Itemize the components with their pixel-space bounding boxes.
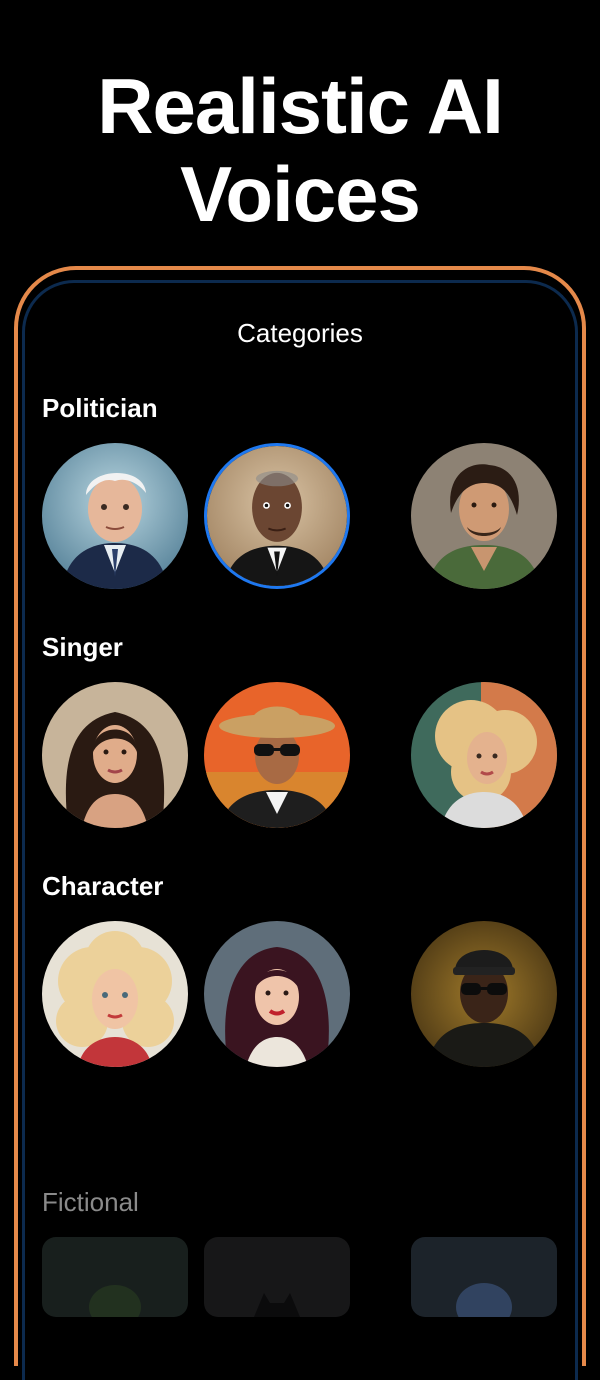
man-cap-sunglasses-portrait-icon (411, 921, 557, 1067)
voice-avatar-singer-3[interactable] (411, 682, 557, 828)
bat-hero-tile-icon (204, 1237, 350, 1317)
voice-avatar-politician-3[interactable] (411, 443, 557, 589)
category-label-fictional: Fictional (42, 1187, 139, 1217)
category-label-character: Character (42, 871, 164, 901)
young-man-curly-hair-portrait-icon (411, 443, 557, 589)
elderly-politician-portrait-icon (42, 443, 188, 589)
woman-red-lips-portrait-icon (204, 921, 350, 1067)
screen-title: Categories (237, 318, 363, 348)
voice-avatar-singer-1[interactable] (42, 682, 188, 828)
category-label-singer: Singer (42, 632, 123, 662)
voice-tile-fictional-2[interactable] (204, 1237, 350, 1317)
voice-avatar-character-2[interactable] (204, 921, 350, 1067)
hero-title-line1: Realistic AI (97, 62, 504, 150)
green-hero-tile-icon (42, 1237, 188, 1317)
voice-avatar-character-1[interactable] (42, 921, 188, 1067)
voice-avatar-politician-2[interactable] (204, 443, 350, 589)
voice-avatar-politician-1[interactable] (42, 443, 188, 589)
category-label-politician: Politician (42, 393, 158, 423)
voice-tile-fictional-3[interactable] (411, 1237, 557, 1317)
voice-avatar-singer-2[interactable] (204, 682, 350, 828)
voice-tile-fictional-1[interactable] (42, 1237, 188, 1317)
hero-title-line2: Voices (180, 150, 421, 238)
voice-avatar-character-3[interactable] (411, 921, 557, 1067)
woman-dark-hair-portrait-icon (42, 682, 188, 828)
woman-blonde-curls-portrait-icon (411, 682, 557, 828)
blue-creature-tile-icon (411, 1237, 557, 1317)
elderly-man-suit-portrait-icon (207, 446, 347, 586)
man-hat-sunglasses-portrait-icon (204, 682, 350, 828)
woman-blonde-portrait-icon (42, 921, 188, 1067)
